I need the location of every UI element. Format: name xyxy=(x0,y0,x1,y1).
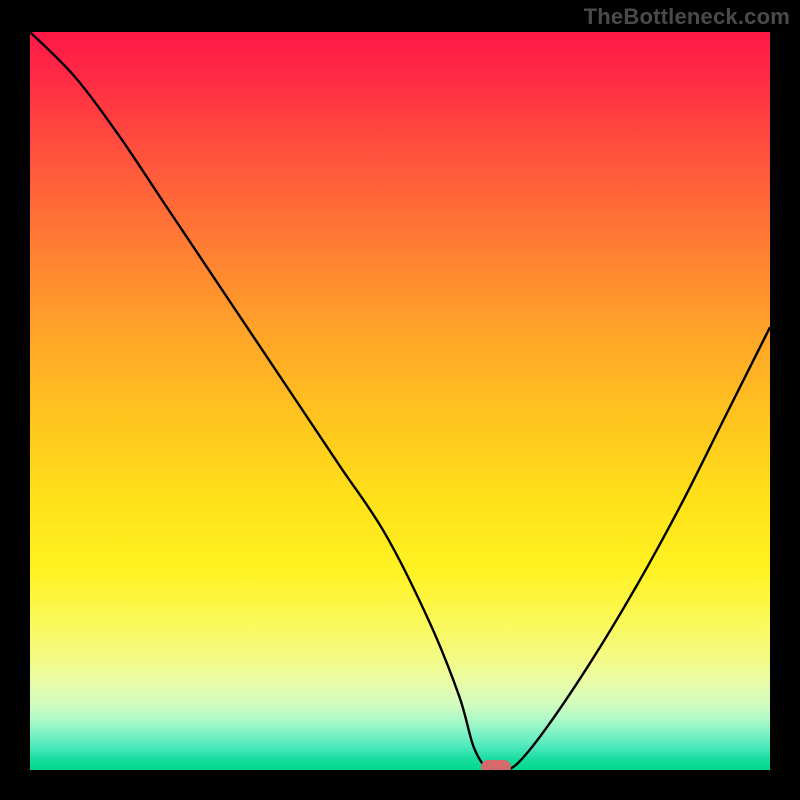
bottleneck-curve xyxy=(30,32,770,770)
plot-area xyxy=(30,32,770,770)
watermark-text: TheBottleneck.com xyxy=(584,4,790,30)
curve-path xyxy=(30,32,770,770)
chart-frame: TheBottleneck.com xyxy=(0,0,800,800)
optimal-point-marker xyxy=(481,760,511,770)
